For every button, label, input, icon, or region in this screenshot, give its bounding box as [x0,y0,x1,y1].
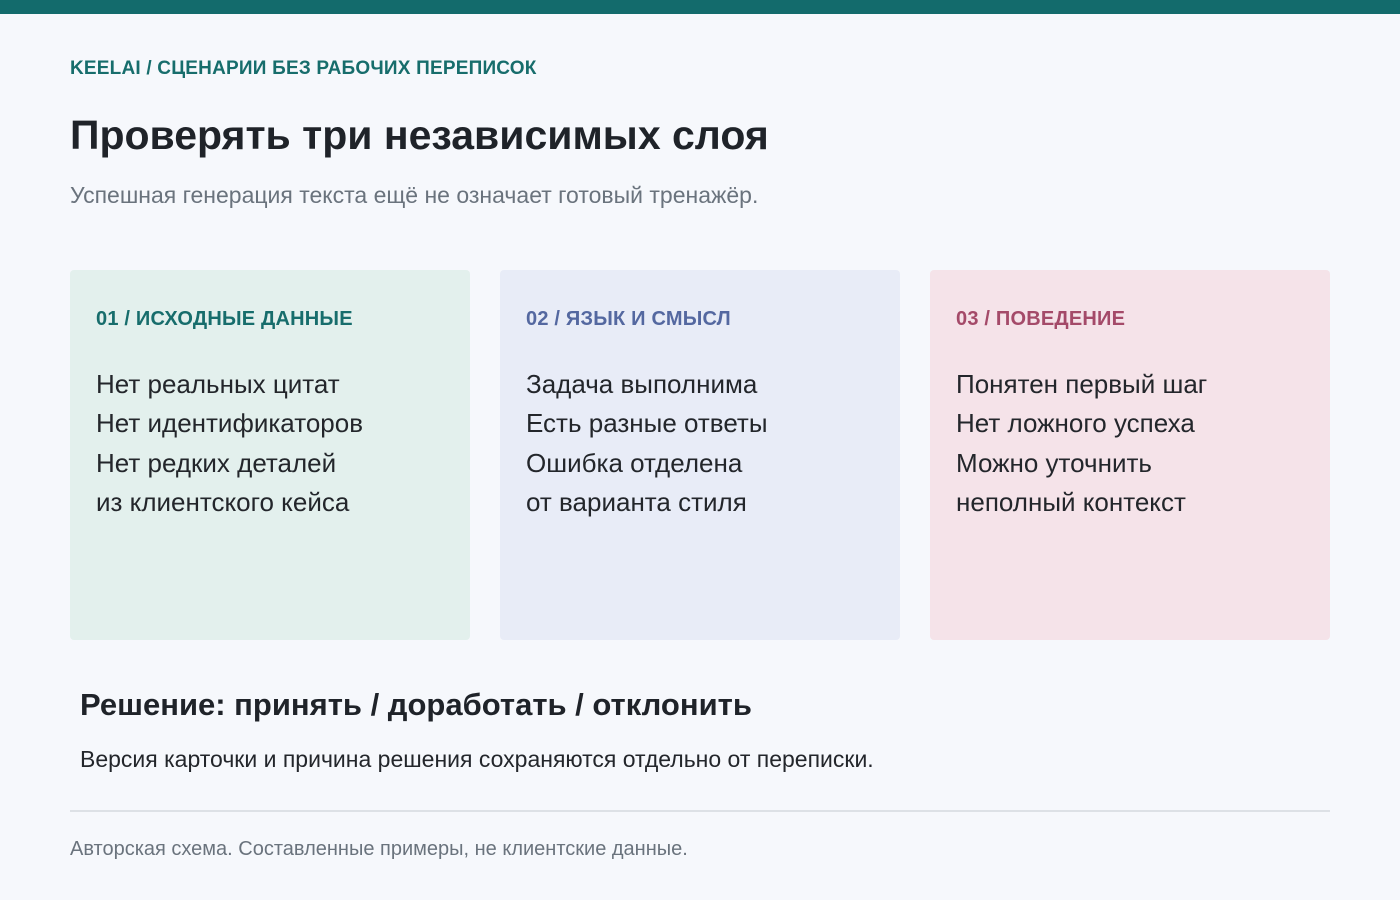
card-line: Нет ложного успеха [956,408,1195,439]
card-line: из клиентского кейса [96,486,350,517]
card-line: неполный контекст [956,486,1186,517]
decision-title: Решение: принять / доработать / отклонит… [80,687,752,722]
card-language-meaning: 02 / ЯЗЫК И СМЫСЛ Задача выполнима Есть … [500,270,900,640]
card-heading: 01 / ИСХОДНЫЕ ДАННЫЕ [96,308,353,330]
card-line: Нет идентификаторов [96,408,364,439]
card-behavior: 03 / ПОВЕДЕНИЕ Понятен первый шаг Нет ло… [930,270,1330,640]
page-title: Проверять три независимых слоя [70,112,769,158]
top-accent-bar [0,0,1400,14]
decision-text: Версия карточки и причина решения сохран… [80,746,874,772]
card-line: Есть разные ответы [526,408,768,439]
card-line: Задача выполнима [526,369,758,399]
card-heading: 03 / ПОВЕДЕНИЕ [956,308,1126,330]
page-subtitle: Успешная генерация текста ещё не означае… [70,182,759,208]
divider [70,810,1330,812]
breadcrumb: KEELAI / СЦЕНАРИИ БЕЗ РАБОЧИХ ПЕРЕПИСОК [70,58,537,79]
card-heading: 02 / ЯЗЫК И СМЫСЛ [526,308,731,330]
footnote: Авторская схема. Составленные примеры, н… [70,838,688,860]
card-line: Нет редких деталей [96,447,337,478]
card-line: Нет реальных цитат [96,369,340,399]
card-source-data: 01 / ИСХОДНЫЕ ДАННЫЕ Нет реальных цитат … [70,270,470,640]
card-line: от варианта стиля [526,486,747,517]
card-line: Ошибка отделена [526,447,743,478]
card-line: Понятен первый шаг [956,369,1208,399]
card-line: Можно уточнить [956,447,1152,478]
